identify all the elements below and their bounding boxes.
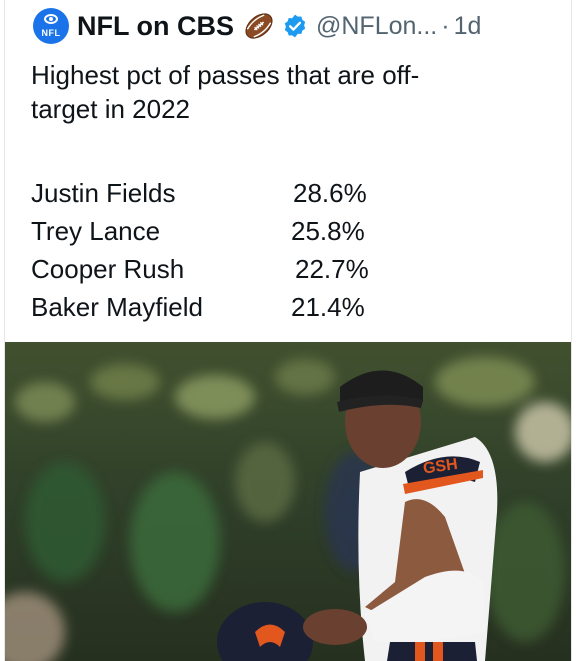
player-value: 25.8%	[291, 216, 365, 246]
tweet-line: target in 2022	[31, 94, 191, 124]
player-value: 21.4%	[291, 292, 365, 322]
timestamp[interactable]: 1d	[454, 12, 482, 41]
player-value: 28.6%	[293, 178, 367, 208]
cbs-eye-icon	[44, 14, 58, 24]
tweet-photo[interactable]: GSH	[5, 342, 571, 661]
stat-row: Trey Lance 25.8%	[31, 214, 431, 252]
stat-row: Justin Fields 28.6%	[31, 176, 431, 214]
stat-row: Baker Mayfield 21.4%	[31, 290, 431, 328]
account-handle[interactable]: @NFLon...	[316, 12, 437, 41]
football-icon	[245, 13, 273, 39]
separator-dot: ·	[441, 11, 450, 40]
avatar[interactable]: NFL	[33, 8, 69, 44]
tweet-header: NFL NFL on CBS @NFLon... · 1d	[33, 6, 481, 46]
account-name[interactable]: NFL on CBS	[77, 11, 234, 42]
tweet-line: Highest pct of passes that are off-	[31, 60, 420, 90]
tweet-body: Highest pct of passes that are off- targ…	[31, 58, 551, 126]
stats-list: Justin Fields 28.6% Trey Lance 25.8% Coo…	[31, 176, 431, 328]
player-name: Justin Fields	[31, 178, 176, 208]
avatar-label: NFL	[41, 28, 61, 38]
player-name: Cooper Rush	[31, 254, 185, 284]
player-name: Baker Mayfield	[31, 292, 203, 322]
player-photo: GSH	[5, 342, 571, 661]
stat-row: Cooper Rush 22.7%	[31, 252, 431, 290]
player-name: Trey Lance	[31, 216, 161, 246]
verified-badge-icon	[284, 14, 306, 38]
player-value: 22.7%	[295, 254, 369, 284]
tweet-card[interactable]: NFL NFL on CBS @NFLon... · 1d Highest pc…	[4, 0, 572, 661]
